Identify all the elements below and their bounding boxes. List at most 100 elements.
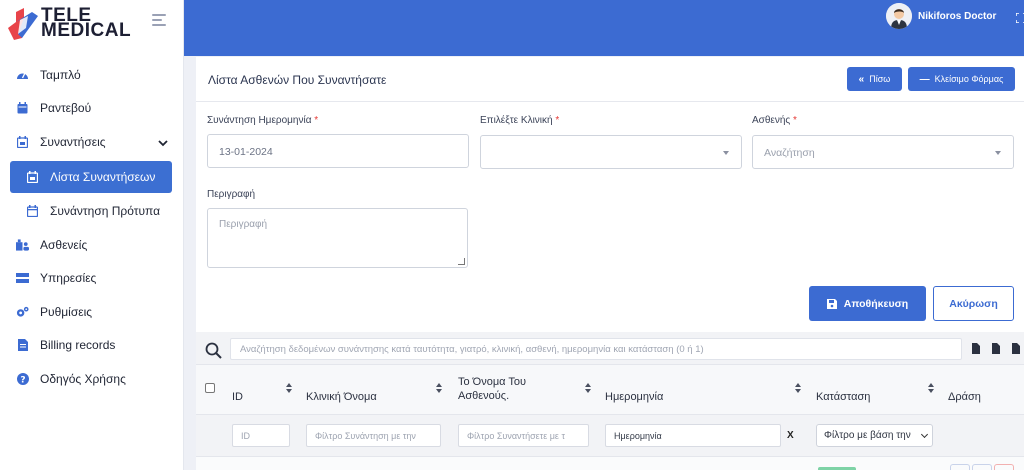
double-chevron-left-icon: « bbox=[858, 73, 865, 85]
fullscreen-icon[interactable] bbox=[1015, 10, 1024, 24]
export-pdf-icon[interactable] bbox=[1012, 343, 1020, 354]
date-label-text: Συνάντηση Ημερομηνία bbox=[207, 115, 312, 126]
sidebar-item-label: Billing records bbox=[40, 338, 116, 353]
status-filter-value: Φίλτρο με βάση την bbox=[824, 430, 911, 441]
top-bar: Nikiforos Doctor bbox=[184, 0, 1024, 56]
avatar[interactable] bbox=[886, 3, 912, 29]
date-field[interactable]: 13-01-2024 bbox=[207, 134, 469, 168]
date-field-value: 13-01-2024 bbox=[219, 146, 273, 158]
sidebar-item-meeting-list[interactable]: Λίστα Συναντήσεων bbox=[10, 160, 172, 193]
table-search-input[interactable]: Αναζήτηση δεδομένων συνάντησης κατά ταυτ… bbox=[230, 338, 962, 360]
column-header-patient-line2: Ασθενούς. bbox=[458, 390, 510, 402]
column-header-action: Δράση bbox=[948, 391, 981, 403]
status-filter-select[interactable]: Φίλτρο με βάση την bbox=[816, 424, 933, 447]
caret-down-icon bbox=[723, 151, 729, 155]
services-icon bbox=[16, 272, 29, 285]
patient-label: Ασθενής * bbox=[752, 115, 797, 126]
calendar-icon bbox=[16, 102, 29, 115]
sidebar-item-services[interactable]: Υπηρεσίες bbox=[0, 262, 184, 296]
required-mark: * bbox=[314, 115, 319, 126]
clinic-label-text: Επιλέξτε Κλινική bbox=[480, 115, 553, 126]
clinic-filter-input[interactable]: Φίλτρο Συνάντηση με την bbox=[306, 424, 441, 447]
back-button[interactable]: « Πίσω bbox=[847, 67, 902, 91]
sort-icon[interactable] bbox=[436, 383, 443, 393]
logo[interactable]: TELE MEDICAL bbox=[6, 6, 131, 42]
date-label: Συνάντηση Ημερομηνία * bbox=[207, 115, 318, 126]
date-filter-value: Ημερομηνία bbox=[614, 431, 662, 441]
delete-button[interactable] bbox=[994, 464, 1014, 470]
sidebar-item-meeting-templates[interactable]: Συνάντηση Πρότυπα bbox=[0, 195, 184, 229]
sidebar-item-meetings[interactable]: Συναντήσεις bbox=[0, 125, 184, 159]
id-filter-placeholder: ID bbox=[241, 431, 250, 441]
search-icon bbox=[205, 342, 223, 360]
resize-handle-icon[interactable] bbox=[458, 258, 465, 265]
patient-select[interactable]: Αναζήτηση bbox=[752, 135, 1014, 169]
sort-icon[interactable] bbox=[585, 383, 592, 393]
user-name[interactable]: Nikiforos Doctor bbox=[918, 11, 996, 22]
sidebar-item-user-guide[interactable]: ? Οδηγός Χρήσης bbox=[0, 362, 184, 396]
column-header-clinic[interactable]: Κλινική Όνομα bbox=[306, 390, 377, 404]
column-header-patient[interactable]: Το Όνομα Του Ασθενούς. bbox=[458, 375, 526, 403]
cancel-button[interactable]: Ακύρωση bbox=[933, 286, 1014, 321]
sidebar-nav: Ταμπλό Ραντεβού Συναντήσεις Λίστα Συναντ… bbox=[0, 58, 184, 396]
column-header-status[interactable]: Κατάσταση bbox=[816, 390, 870, 404]
export-excel-icon[interactable] bbox=[992, 343, 1000, 354]
minus-icon: — bbox=[919, 73, 930, 85]
logo-text: TELE MEDICAL bbox=[41, 6, 131, 40]
clinic-select[interactable] bbox=[480, 135, 742, 169]
sidebar-item-dashboard[interactable]: Ταμπλό bbox=[0, 58, 184, 92]
clinic-label: Επιλέξτε Κλινική * bbox=[480, 115, 559, 126]
menu-toggle-icon[interactable] bbox=[152, 14, 166, 28]
cancel-button-label: Ακύρωση bbox=[949, 297, 998, 310]
meetings-table: Αναζήτηση δεδομένων συνάντησης κατά ταυτ… bbox=[196, 332, 1024, 470]
edit-button[interactable] bbox=[950, 464, 970, 470]
close-form-button-label: Κλείσιμο Φόρμας bbox=[934, 74, 1004, 84]
column-header-date[interactable]: Ημερομηνία bbox=[605, 390, 663, 404]
select-all-checkbox[interactable] bbox=[205, 383, 215, 393]
required-mark: * bbox=[555, 115, 560, 126]
save-button[interactable]: Αποθήκευση bbox=[809, 286, 926, 321]
date-filter-input[interactable]: Ημερομηνία bbox=[605, 424, 781, 447]
close-form-button[interactable]: — Κλείσιμο Φόρμας bbox=[908, 67, 1015, 91]
calendar-icon bbox=[26, 205, 39, 218]
sidebar-item-label: Ρυθμίσεις bbox=[40, 304, 93, 319]
caret-down-icon bbox=[995, 151, 1001, 155]
file-icon bbox=[16, 339, 29, 352]
sidebar-item-appointments[interactable]: Ραντεβού bbox=[0, 92, 184, 126]
clear-date-filter-button[interactable]: X bbox=[787, 430, 794, 441]
save-button-label: Αποθήκευση bbox=[843, 297, 909, 310]
description-label: Περιγραφή bbox=[207, 189, 256, 200]
sidebar-item-settings[interactable]: Ρυθμίσεις bbox=[0, 295, 184, 329]
help-icon: ? bbox=[16, 372, 29, 385]
table-search-placeholder: Αναζήτηση δεδομένων συνάντησης κατά ταυτ… bbox=[240, 344, 704, 355]
meeting-form-card: Λίστα Ασθενών Που Συναντήσατε « Πίσω — Κ… bbox=[196, 57, 1024, 470]
required-mark: * bbox=[793, 115, 797, 126]
patient-label-text: Ασθενής bbox=[752, 115, 791, 126]
id-filter-input[interactable]: ID bbox=[232, 424, 290, 447]
sidebar-item-label: Ραντεβού bbox=[40, 101, 92, 116]
sort-icon[interactable] bbox=[928, 383, 935, 393]
sidebar-item-label: Ασθενείς bbox=[40, 237, 88, 252]
chevron-down-icon bbox=[920, 430, 929, 439]
dashboard-icon bbox=[16, 68, 29, 81]
patient-filter-placeholder: Φίλτρο Συναντήσετε με τ bbox=[467, 431, 565, 441]
chevron-down-icon[interactable] bbox=[158, 136, 168, 150]
table-row bbox=[196, 456, 1024, 470]
patient-filter-input[interactable]: Φίλτρο Συναντήσετε με τ bbox=[458, 424, 589, 447]
sidebar-item-billing-records[interactable]: Billing records bbox=[0, 329, 184, 363]
sort-icon[interactable] bbox=[795, 383, 802, 393]
sidebar-item-patients[interactable]: Ασθενείς bbox=[0, 228, 184, 262]
gears-icon bbox=[16, 305, 29, 318]
header-divider bbox=[196, 101, 1024, 102]
view-button[interactable] bbox=[972, 464, 992, 470]
patient-select-placeholder: Αναζήτηση bbox=[764, 147, 815, 159]
column-header-id[interactable]: ID bbox=[232, 390, 243, 404]
sort-icon[interactable] bbox=[286, 383, 293, 393]
sidebar-item-label: Ταμπλό bbox=[40, 67, 81, 82]
description-textarea[interactable]: Περιγραφή bbox=[207, 208, 468, 268]
sidebar-item-label: Οδηγός Χρήσης bbox=[40, 371, 126, 386]
export-csv-icon[interactable] bbox=[972, 343, 980, 354]
sidebar-item-label: Υπηρεσίες bbox=[40, 271, 97, 286]
clinic-filter-placeholder: Φίλτρο Συνάντηση με την bbox=[315, 431, 416, 441]
back-button-label: Πίσω bbox=[869, 74, 891, 84]
